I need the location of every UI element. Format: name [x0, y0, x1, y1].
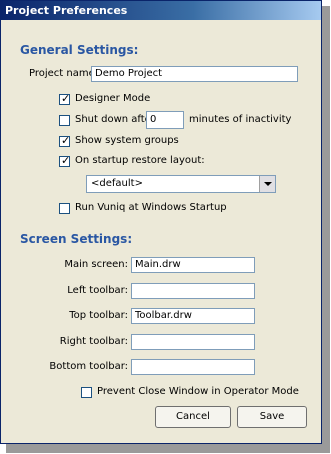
left-toolbar-input[interactable]	[131, 283, 255, 299]
top-toolbar-label: Top toolbar:	[69, 310, 128, 321]
layout-select-value: <default>	[91, 178, 143, 189]
check-mark-icon: ✓	[61, 154, 71, 167]
shutdown-label-after: minutes of inactivity	[189, 114, 292, 125]
right-toolbar-label: Right toolbar:	[59, 336, 128, 347]
save-button[interactable]: Save	[237, 406, 307, 428]
top-toolbar-input[interactable]: Toolbar.drw	[131, 308, 255, 324]
check-mark-icon: ✓	[61, 134, 71, 147]
preferences-dialog: Project Preferences General Settings: Pr…	[0, 0, 322, 444]
restore-layout-label: On startup restore layout:	[75, 155, 205, 166]
bottom-toolbar-input[interactable]	[131, 359, 255, 375]
restore-layout-checkbox[interactable]: ✓	[59, 154, 71, 167]
prevent-close-label: Prevent Close Window in Operator Mode	[97, 386, 299, 397]
chevron-down-icon	[264, 182, 272, 186]
designer-mode-label: Designer Mode	[75, 93, 151, 104]
shutdown-label-before: Shut down after	[75, 114, 155, 125]
bottom-toolbar-label: Bottom toolbar:	[49, 361, 128, 372]
title-bar: Project Preferences	[1, 1, 321, 20]
check-mark-icon: ✓	[61, 92, 71, 105]
run-at-startup-checkbox[interactable]	[59, 203, 70, 214]
left-toolbar-label: Left toolbar:	[67, 285, 128, 296]
cancel-button[interactable]: Cancel	[155, 406, 231, 428]
general-settings-heading: General Settings:	[20, 43, 139, 57]
shutdown-checkbox[interactable]	[59, 115, 70, 126]
shutdown-minutes-input[interactable]: 0	[146, 111, 184, 129]
project-name-label: Project name:	[29, 68, 99, 79]
layout-select[interactable]: <default>	[86, 175, 276, 193]
right-toolbar-input[interactable]	[131, 334, 255, 350]
main-screen-input[interactable]: Main.drw	[131, 257, 255, 273]
show-system-groups-checkbox[interactable]: ✓	[59, 134, 71, 147]
project-name-input[interactable]: Demo Project	[91, 66, 298, 82]
run-at-startup-label: Run Vuniq at Windows Startup	[75, 202, 227, 213]
show-system-groups-label: Show system groups	[75, 135, 179, 146]
screen-settings-heading: Screen Settings:	[20, 232, 133, 246]
main-screen-label: Main screen:	[64, 259, 128, 270]
designer-mode-checkbox[interactable]: ✓	[59, 92, 71, 105]
dropdown-button[interactable]	[259, 176, 275, 192]
prevent-close-checkbox[interactable]	[81, 387, 92, 398]
